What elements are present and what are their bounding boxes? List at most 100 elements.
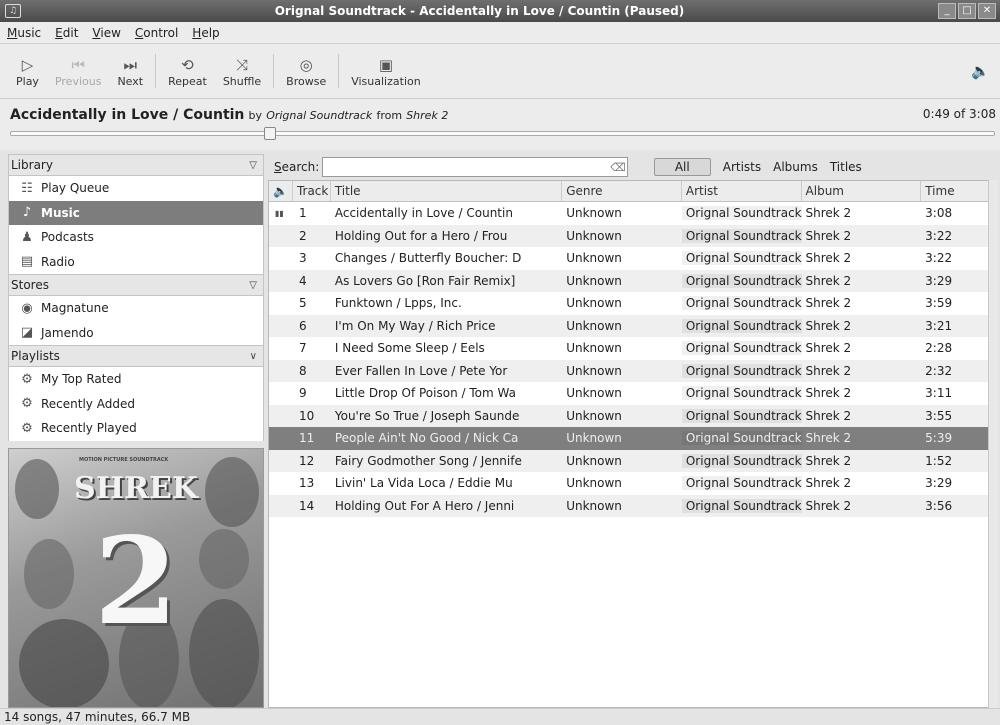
filter-albums-button[interactable]: Albums: [767, 160, 824, 174]
collapse-arrow-icon[interactable]: ▽: [249, 160, 257, 171]
sidebar-item-recently-added[interactable]: ⚙ Recently Added: [9, 392, 263, 417]
track-time: 3:59: [925, 296, 953, 311]
sidebar-item-podcasts[interactable]: ♟ Podcasts: [9, 225, 263, 250]
sidebar-item-play-queue[interactable]: ☷ Play Queue: [9, 176, 263, 201]
window-title: Orignal Soundtrack - Accidentally in Lov…: [274, 4, 685, 18]
sidebar-item-recently-played[interactable]: ⚙ Recently Played: [9, 416, 263, 441]
column-header-artist[interactable]: Artist: [682, 181, 802, 201]
visualization-button[interactable]: ▣ Visualization: [343, 55, 428, 88]
column-header-track[interactable]: Track: [293, 181, 331, 201]
repeat-label: Repeat: [168, 74, 207, 88]
table-row[interactable]: 12 Fairy Godmother Song / Jennife Unknown O…: [269, 449, 989, 472]
sidebar-item-label: Jamendo: [41, 325, 94, 340]
track-number: 2: [298, 228, 307, 243]
menu-control[interactable]: Control: [128, 26, 185, 40]
sidebar-item-music[interactable]: ♪ Music: [9, 200, 263, 225]
seek-slider[interactable]: [10, 127, 995, 140]
track-artist: Orignal Soundtrack: [681, 228, 802, 243]
close-icon[interactable]: ✕: [978, 3, 996, 19]
app-icon[interactable]: ♫: [5, 4, 21, 18]
menu-music[interactable]: Music: [0, 26, 48, 40]
track-album: Shrek 2: [805, 386, 852, 401]
sidebar-item-my-top-rated[interactable]: ⚙ My Top Rated: [9, 367, 263, 392]
track-title: Funktown / Lpps, Inc.: [334, 296, 462, 311]
table-row[interactable]: 10 You're So True / Joseph Saunde Unknown O…: [269, 404, 989, 427]
table-row[interactable]: 9 Little Drop Of Poison / Tom Wa Unknown Or…: [269, 382, 989, 405]
previous-button[interactable]: ⏮ Previous: [47, 55, 110, 88]
table-row[interactable]: 4 As Lovers Go [Ron Fair Remix] Unknown Ori…: [269, 269, 989, 292]
filter-all-button[interactable]: All: [653, 158, 711, 176]
cover-title: SHREK: [74, 471, 198, 506]
table-row[interactable]: 6 I'm On My Way / Rich Price Unknown Origna…: [269, 314, 989, 337]
track-genre: Unknown: [566, 206, 622, 221]
menu-bar: Music Edit View Control Help: [0, 22, 1000, 44]
track-title: I Need Some Sleep / Eels: [334, 341, 485, 356]
track-album: Shrek 2: [805, 363, 852, 378]
by-label: by: [248, 109, 263, 122]
sidebar-item-jamendo[interactable]: ◪ Jamendo: [9, 321, 263, 346]
smart-playlist-icon: ⚙: [21, 371, 33, 387]
search-input[interactable]: [322, 157, 629, 177]
track-artist: Orignal Soundtrack: [681, 296, 802, 311]
track-album: Shrek 2: [805, 228, 852, 243]
minimize-icon[interactable]: _: [938, 3, 956, 19]
table-row[interactable]: ▮▮ 1 Accidentally in Love / Countin Unknown…: [269, 202, 989, 225]
shuffle-button[interactable]: ⤨ Shuffle: [215, 55, 269, 88]
menu-view[interactable]: View: [85, 26, 127, 40]
playlists-header[interactable]: Playlists ∨: [8, 345, 264, 367]
track-number: 11: [298, 431, 315, 446]
track-list-scrollbar[interactable]: [988, 180, 998, 708]
table-row[interactable]: 7 I Need Some Sleep / Eels Unknown Orignal …: [269, 337, 989, 360]
repeat-button[interactable]: ⟲ Repeat: [160, 55, 215, 88]
next-button[interactable]: ⏭ Next: [109, 55, 151, 88]
playing-column-header[interactable]: 🔈: [269, 181, 293, 201]
track-artist: Orignal Soundtrack: [681, 341, 802, 356]
table-row[interactable]: 3 Changes / Butterfly Boucher: D Unknown Or…: [269, 247, 989, 270]
visualization-icon: ▣: [378, 55, 394, 74]
menu-edit[interactable]: Edit: [48, 26, 85, 40]
seek-handle[interactable]: [264, 127, 276, 140]
table-row[interactable]: 14 Holding Out For A Hero / Jenni Unknown O…: [269, 494, 989, 517]
track-album: Shrek 2: [805, 273, 852, 288]
collapse-arrow-icon[interactable]: ▽: [249, 280, 257, 291]
track-time: 5:39: [925, 431, 953, 446]
stores-header[interactable]: Stores ▽: [8, 274, 264, 296]
track-number: 1: [298, 206, 307, 221]
sidebar-item-label: Recently Added: [41, 396, 135, 411]
column-header-genre[interactable]: Genre: [562, 181, 682, 201]
table-row[interactable]: 5 Funktown / Lpps, Inc. Unknown Orignal Sou…: [269, 292, 989, 315]
track-artist: Orignal Soundtrack: [681, 206, 802, 221]
volume-icon[interactable]: 🔈: [971, 62, 990, 80]
column-header-time[interactable]: Time: [921, 181, 989, 201]
speaker-icon: 🔈: [273, 184, 288, 198]
track-time: 3:21: [925, 318, 953, 333]
clear-search-icon[interactable]: ⌫: [610, 161, 626, 174]
track-number: 5: [298, 296, 307, 311]
track-title: As Lovers Go [Ron Fair Remix]: [334, 273, 516, 288]
maximize-icon[interactable]: □: [958, 3, 976, 19]
table-row[interactable]: 13 Livin' La Vida Loca / Eddie Mu Unknown O…: [269, 472, 989, 495]
table-row[interactable]: 2 Holding Out for a Hero / Frou Unknown Ori…: [269, 224, 989, 247]
column-header-title[interactable]: Title: [331, 181, 563, 201]
track-number: 9: [298, 386, 307, 401]
browse-button[interactable]: ◎ Browse: [278, 55, 334, 88]
play-button[interactable]: ▷ Play: [8, 55, 47, 88]
stores-label: Stores: [11, 278, 49, 292]
track-title: Accidentally in Love / Countin: [334, 206, 513, 221]
table-row[interactable]: 8 Ever Fallen In Love / Pete Yor Unknown Or…: [269, 359, 989, 382]
filter-titles-button[interactable]: Titles: [824, 160, 868, 174]
column-header-album[interactable]: Album: [802, 181, 922, 201]
filter-artists-button[interactable]: Artists: [717, 160, 767, 174]
previous-label: Previous: [54, 74, 102, 88]
track-artist: Orignal Soundtrack: [681, 318, 802, 333]
sidebar-item-label: Radio: [41, 254, 75, 269]
table-row[interactable]: 11 People Ain't No Good / Nick Ca Unknown O…: [269, 427, 989, 450]
music-note-icon: ♪: [22, 205, 32, 221]
smart-playlist-icon: ⚙: [21, 420, 33, 436]
menu-help[interactable]: Help: [185, 26, 226, 40]
collapse-arrow-icon[interactable]: ∨: [250, 351, 257, 362]
sidebar-item-magnatune[interactable]: ◉ Magnatune: [9, 296, 263, 321]
sidebar-item-radio[interactable]: ▤ Radio: [9, 250, 263, 275]
library-header[interactable]: Library ▽: [8, 154, 264, 176]
shuffle-icon: ⤨: [235, 55, 248, 74]
